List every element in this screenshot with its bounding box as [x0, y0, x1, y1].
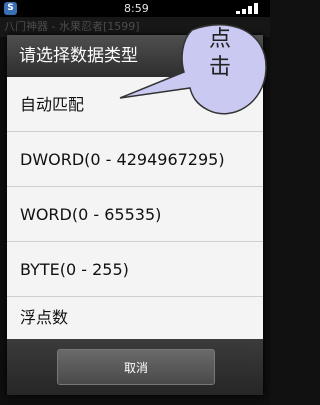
annotation-text: 点 击	[200, 26, 240, 82]
option-word[interactable]: WORD(0 - 65535)	[7, 187, 263, 242]
signal-icon	[236, 3, 262, 14]
dialog-footer: 取消	[7, 339, 263, 395]
option-byte[interactable]: BYTE(0 - 255)	[7, 242, 263, 297]
annotation-text-line2: 击	[208, 55, 231, 80]
cancel-button[interactable]: 取消	[57, 349, 215, 385]
annotation-text-line1: 点	[208, 27, 231, 52]
status-time: 8:59	[124, 2, 149, 15]
app-icon: S	[4, 2, 17, 15]
option-dword[interactable]: DWORD(0 - 4294967295)	[7, 132, 263, 187]
option-float[interactable]: 浮点数	[7, 297, 263, 339]
annotation-bubble	[119, 23, 267, 115]
status-bar: S 8:59	[0, 0, 270, 17]
